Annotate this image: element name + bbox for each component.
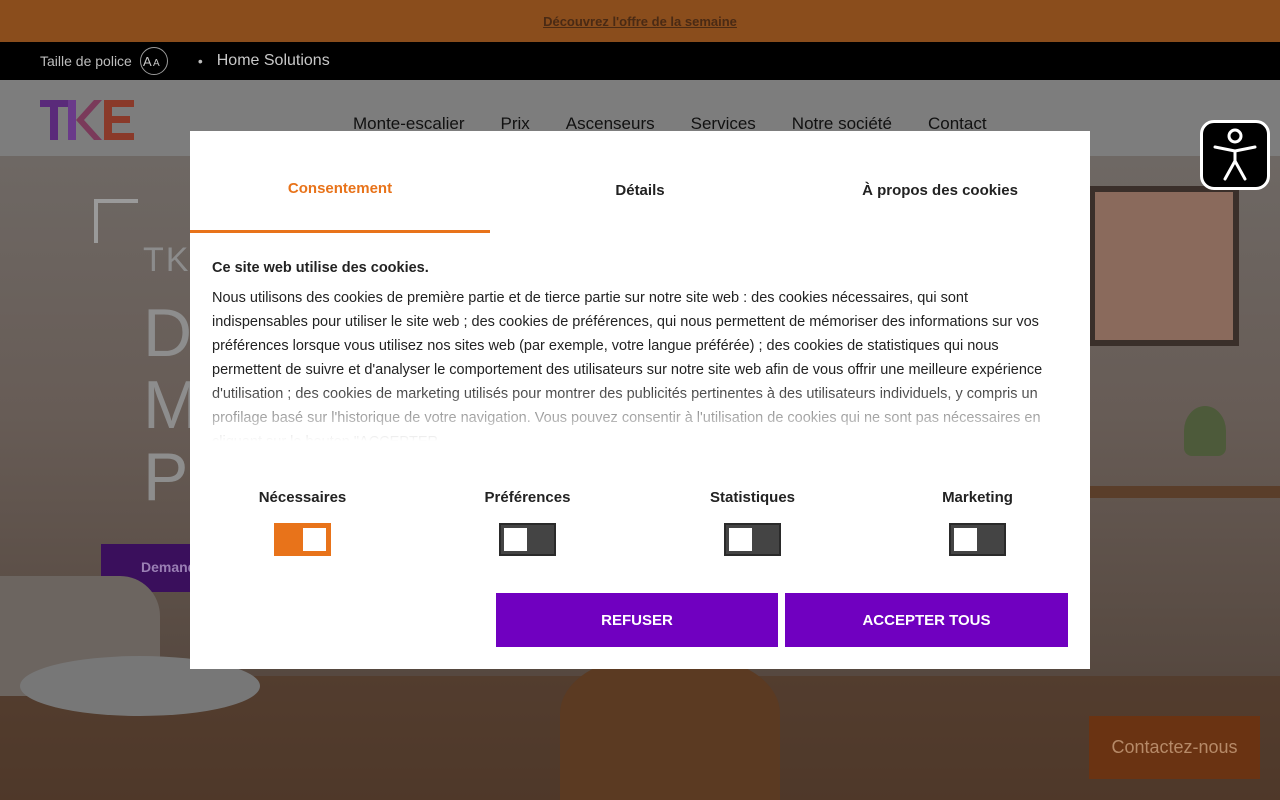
hero-brand: TK (143, 241, 191, 279)
promo-bar: Découvrez l'offre de la semaine (0, 0, 1280, 42)
aa-icon[interactable]: AA (139, 47, 168, 75)
svg-text:A: A (143, 54, 152, 68)
hero-title-line-1: D (143, 295, 193, 371)
toggle-statistiques: Statistiques (640, 489, 865, 556)
tab-consentement[interactable]: Consentement (190, 131, 490, 233)
statistiques-switch[interactable] (724, 523, 781, 556)
preferences-switch[interactable] (499, 523, 556, 556)
toggle-necessaires: Nécessaires (190, 489, 415, 556)
accept-all-button[interactable]: ACCEPTER TOUS (785, 593, 1068, 647)
toggle-marketing: Marketing (865, 489, 1090, 556)
accessibility-icon (1213, 128, 1257, 181)
cookie-consent-dialog: Consentement Détails À propos des cookie… (190, 131, 1090, 669)
text-fade (190, 381, 1090, 461)
tab-details[interactable]: Détails (490, 131, 790, 233)
hero-wall-art (1089, 186, 1239, 346)
hero-title-line-3: P (143, 439, 189, 515)
necessaires-switch[interactable] (274, 523, 331, 556)
hero-side-table (1088, 486, 1280, 498)
toggle-label: Statistiques (709, 489, 796, 506)
cookie-toggles: Nécessaires Préférences Statistiques Mar… (190, 489, 1090, 556)
utility-bar: Taille de police AA • Home Solutions (0, 42, 1280, 80)
font-size-control[interactable]: Taille de police AA (40, 47, 168, 75)
refuse-button[interactable]: REFUSER (496, 593, 778, 647)
hero-corner-decoration (94, 199, 138, 243)
cookie-heading: Ce site web utilise des cookies. (212, 260, 429, 276)
hero-dog (560, 656, 780, 800)
font-size-label: Taille de police (40, 53, 132, 69)
tke-logo[interactable] (40, 100, 136, 140)
toggle-preferences: Préférences (415, 489, 640, 556)
toggle-label: Nécessaires (258, 489, 347, 506)
cookie-tabs: Consentement Détails À propos des cookie… (190, 131, 1090, 233)
hero-plant (1184, 406, 1226, 456)
home-solutions-link[interactable]: Home Solutions (217, 52, 330, 70)
svg-text:A: A (153, 58, 160, 68)
bullet-icon: • (197, 53, 203, 69)
contact-us-button[interactable]: Contactez-nous (1089, 716, 1260, 779)
marketing-switch[interactable] (949, 523, 1006, 556)
tab-about-cookies[interactable]: À propos des cookies (790, 131, 1090, 233)
promo-link[interactable]: Découvrez l'offre de la semaine (543, 14, 737, 29)
accessibility-button[interactable] (1200, 120, 1270, 190)
toggle-label: Préférences (484, 489, 571, 506)
toggle-label: Marketing (942, 489, 1013, 506)
